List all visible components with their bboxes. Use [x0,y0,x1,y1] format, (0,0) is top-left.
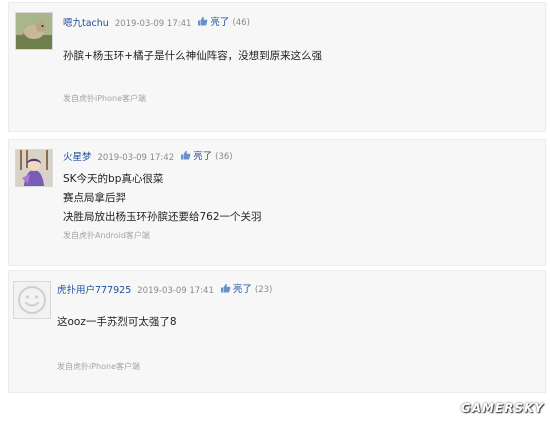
username-link[interactable]: 嗯九tachu [63,18,109,29]
bird-photo-avatar-icon [16,13,52,49]
comment-body: SK今天的bp真心很菜 赛点局拿后羿 决胜局放出杨玉环孙膑还要给762一个关羽 [63,170,262,227]
comment-line: 孙膑+杨玉环+橘子是什么神仙阵容，没想到原来这么强 [63,50,323,62]
username-link[interactable]: 虎扑用户777925 [57,285,131,296]
light-button[interactable]: 亮了 (23) [220,280,272,297]
comment-meta: 嗯九tachu 2019-03-09 17:41 亮了 (46) [63,13,250,30]
comment-source: 发自虎扑Android客户端 [63,231,150,240]
comment-card: 嗯九tachu 2019-03-09 17:41 亮了 (46) 孙膑+杨玉环+橘子是… [8,2,546,132]
comment-body: 孙膑+杨玉环+橘子是什么神仙阵容，没想到原来这么强 [63,47,322,66]
light-label: 亮了 [210,17,230,28]
comment-line: 这ooz一手苏烈可太强了8 [57,316,177,328]
avatar[interactable] [13,281,51,319]
light-button[interactable]: 亮了 (46) [197,13,250,30]
light-label: 亮了 [193,151,213,162]
thumb-up-icon [181,150,191,160]
comment-line: SK今天的bp真心很菜 [63,173,164,185]
thumb-up-icon [198,16,208,26]
comment-card: 火星梦 2019-03-09 17:42 亮了 (36) SK今天的bp真心很菜 赛点… [8,139,546,266]
comment-meta: 火星梦 2019-03-09 17:42 亮了 (36) [63,147,233,164]
comment-source: 发自虎扑iPhone客户端 [57,362,141,371]
light-count: (23) [254,285,273,295]
comment-line: 决胜局放出杨玉环孙膑还要给762一个关羽 [63,211,262,223]
thumb-up-icon [220,283,231,293]
avatar[interactable] [15,12,53,50]
comment-body: 这ooz一手苏烈可太强了8 [57,313,177,332]
default-smiley-avatar-icon [14,282,50,318]
anime-character-avatar-icon [16,150,52,186]
light-label: 亮了 [232,284,252,295]
comment-source: 发自虎扑iPhone客户端 [63,94,147,103]
timestamp: 2019-03-09 17:42 [97,153,175,163]
gamersky-watermark: GAMERSKY [460,401,544,415]
timestamp: 2019-03-09 17:41 [137,286,214,296]
timestamp: 2019-03-09 17:41 [114,19,192,29]
light-count: (36) [215,152,233,162]
light-button[interactable]: 亮了 (36) [180,147,233,164]
comment-meta: 虎扑用户777925 2019-03-09 17:41 亮了 (23) [57,280,272,297]
username-link[interactable]: 火星梦 [63,152,92,163]
comment-card: 虎扑用户777925 2019-03-09 17:41 亮了 (23) 这ooz一手苏… [8,270,546,393]
comment-line: 赛点局拿后羿 [63,192,126,204]
light-count: (46) [232,18,250,28]
avatar[interactable] [15,149,53,187]
